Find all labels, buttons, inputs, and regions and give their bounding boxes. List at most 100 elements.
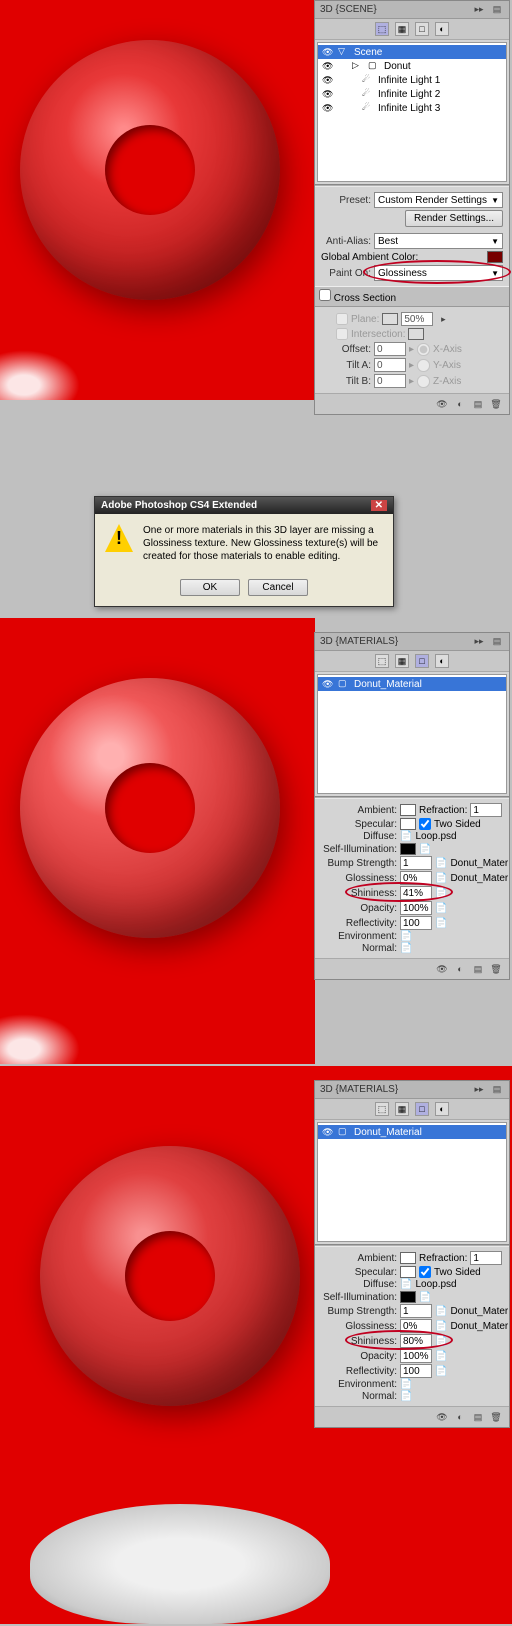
- file-icon[interactable]: 📄: [435, 873, 447, 884]
- dialog-titlebar[interactable]: Adobe Photoshop CS4 Extended ✕: [95, 497, 393, 514]
- tree-row-light1[interactable]: 👁 ☄ Infinite Light 1: [318, 73, 506, 87]
- cross-section-header[interactable]: Cross Section: [315, 286, 509, 307]
- delete-icon[interactable]: 🗑: [489, 397, 503, 411]
- toggle-icon[interactable]: 👁: [435, 962, 449, 976]
- tab-scene-icon[interactable]: ⬚: [375, 654, 389, 668]
- canvas-2[interactable]: [0, 618, 315, 1064]
- tab-scene-icon[interactable]: ⬚: [375, 22, 389, 36]
- specular-swatch[interactable]: [400, 1266, 416, 1278]
- file-icon[interactable]: 📄: [435, 858, 447, 869]
- tree-row-light3[interactable]: 👁 ☄ Infinite Light 3: [318, 101, 506, 115]
- file-icon[interactable]: 📄: [435, 1351, 447, 1362]
- glossiness-input[interactable]: [400, 1319, 432, 1333]
- two-sided-check[interactable]: [419, 818, 431, 830]
- tab-mesh-icon[interactable]: ▦: [395, 22, 409, 36]
- file-icon[interactable]: 📄: [400, 1279, 412, 1290]
- tab-mesh-icon[interactable]: ▦: [395, 1102, 409, 1116]
- paint-on-combo[interactable]: Glossiness▼: [374, 265, 503, 281]
- menu-icon[interactable]: ▤: [490, 635, 504, 649]
- ambient-swatch[interactable]: [400, 1252, 416, 1264]
- new-icon[interactable]: ▤: [471, 1410, 485, 1424]
- file-icon[interactable]: 📄: [435, 888, 447, 899]
- collapse-icon[interactable]: ▸▸: [472, 3, 486, 17]
- delete-icon[interactable]: 🗑: [489, 962, 503, 976]
- self-illum-swatch[interactable]: [400, 843, 416, 855]
- tab-materials-icon[interactable]: □: [415, 22, 429, 36]
- visibility-icon[interactable]: 👁: [322, 47, 334, 57]
- two-sided-check[interactable]: [419, 1266, 431, 1278]
- refraction-input[interactable]: [470, 1251, 502, 1265]
- reflectivity-input[interactable]: [400, 916, 432, 930]
- file-icon[interactable]: 📄: [435, 1306, 447, 1317]
- menu-icon[interactable]: ▤: [490, 1083, 504, 1097]
- canvas-1[interactable]: [0, 0, 315, 400]
- visibility-icon[interactable]: 👁: [322, 679, 334, 689]
- file-icon[interactable]: 📄: [419, 1292, 431, 1303]
- self-illum-swatch[interactable]: [400, 1291, 416, 1303]
- tab-materials-icon[interactable]: □: [415, 654, 429, 668]
- panel-header[interactable]: 3D {SCENE} ▸▸ ▤: [315, 1, 509, 19]
- file-icon[interactable]: 📄: [419, 844, 431, 855]
- tree-row-material[interactable]: 👁 ▢ Donut_Material: [318, 677, 506, 691]
- preset-combo[interactable]: Custom Render Settings▼: [374, 192, 503, 208]
- reflectivity-input[interactable]: [400, 1364, 432, 1378]
- light-toggle-icon[interactable]: ◐: [453, 397, 467, 411]
- glossiness-input[interactable]: [400, 871, 432, 885]
- file-icon[interactable]: 📄: [435, 903, 447, 914]
- antialias-combo[interactable]: Best▼: [374, 233, 503, 249]
- new-icon[interactable]: ▤: [471, 962, 485, 976]
- toggle-icon[interactable]: 👁: [435, 1410, 449, 1424]
- light-toggle-icon[interactable]: ◐: [453, 1410, 467, 1424]
- collapse-icon[interactable]: ▸▸: [472, 635, 486, 649]
- expand-icon[interactable]: ▽: [338, 46, 350, 58]
- expand-icon[interactable]: ▷: [352, 60, 364, 72]
- close-icon[interactable]: ✕: [371, 500, 387, 511]
- tab-mesh-icon[interactable]: ▦: [395, 654, 409, 668]
- shininess-input[interactable]: [400, 886, 432, 900]
- tree-row-scene[interactable]: 👁 ▽ Scene: [318, 45, 506, 59]
- file-icon[interactable]: 📄: [400, 1379, 412, 1390]
- file-icon[interactable]: 📄: [435, 1321, 447, 1332]
- ambient-swatch[interactable]: [400, 804, 416, 816]
- global-ambient-swatch[interactable]: [487, 251, 503, 263]
- visibility-icon[interactable]: 👁: [322, 103, 334, 113]
- menu-icon[interactable]: ▤: [490, 3, 504, 17]
- tree-row-light2[interactable]: 👁 ☄ Infinite Light 2: [318, 87, 506, 101]
- opacity-input[interactable]: [400, 901, 432, 915]
- cross-section-check[interactable]: [319, 289, 331, 301]
- file-icon[interactable]: 📄: [400, 943, 412, 954]
- specular-swatch[interactable]: [400, 818, 416, 830]
- bump-input[interactable]: [400, 1304, 432, 1318]
- cancel-button[interactable]: Cancel: [248, 579, 308, 596]
- file-icon[interactable]: 📄: [400, 831, 412, 842]
- delete-icon[interactable]: 🗑: [489, 1410, 503, 1424]
- tab-lights-icon[interactable]: ◐: [435, 22, 449, 36]
- ok-button[interactable]: OK: [180, 579, 240, 596]
- render-settings-button[interactable]: Render Settings...: [405, 210, 503, 227]
- panel-header[interactable]: 3D {MATERIALS} ▸▸ ▤: [315, 633, 509, 651]
- shininess-input[interactable]: [400, 1334, 432, 1348]
- visibility-icon[interactable]: 👁: [322, 89, 334, 99]
- visibility-icon[interactable]: 👁: [322, 1127, 334, 1137]
- toggle-icon[interactable]: 👁: [435, 397, 449, 411]
- file-icon[interactable]: 📄: [400, 1391, 412, 1402]
- new-icon[interactable]: ▤: [471, 397, 485, 411]
- file-icon[interactable]: 📄: [435, 918, 447, 929]
- file-icon[interactable]: 📄: [435, 1336, 447, 1347]
- tab-lights-icon[interactable]: ◐: [435, 1102, 449, 1116]
- opacity-input[interactable]: [400, 1349, 432, 1363]
- file-icon[interactable]: 📄: [435, 1366, 447, 1377]
- tree-row-material[interactable]: 👁 ▢ Donut_Material: [318, 1125, 506, 1139]
- visibility-icon[interactable]: 👁: [322, 61, 334, 71]
- tab-scene-icon[interactable]: ⬚: [375, 1102, 389, 1116]
- collapse-icon[interactable]: ▸▸: [472, 1083, 486, 1097]
- file-icon[interactable]: 📄: [400, 931, 412, 942]
- tree-row-donut[interactable]: 👁 ▷ ▢ Donut: [318, 59, 506, 73]
- tab-materials-icon[interactable]: □: [415, 1102, 429, 1116]
- panel-header[interactable]: 3D {MATERIALS} ▸▸ ▤: [315, 1081, 509, 1099]
- bump-input[interactable]: [400, 856, 432, 870]
- light-toggle-icon[interactable]: ◐: [453, 962, 467, 976]
- tab-lights-icon[interactable]: ◐: [435, 654, 449, 668]
- refraction-input[interactable]: [470, 803, 502, 817]
- visibility-icon[interactable]: 👁: [322, 75, 334, 85]
